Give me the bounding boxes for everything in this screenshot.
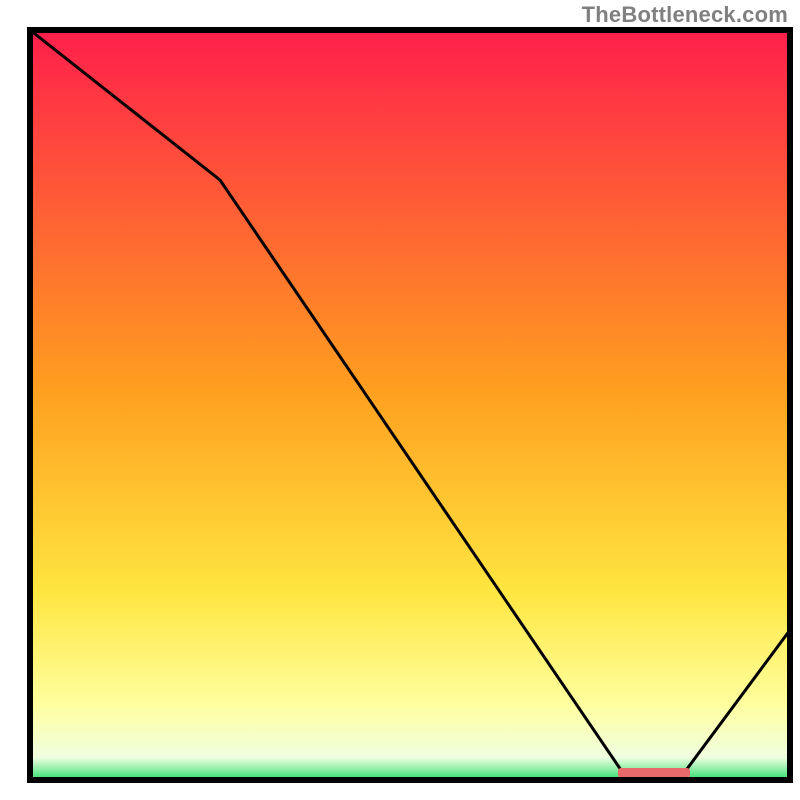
watermark-text: TheBottleneck.com bbox=[582, 2, 788, 28]
optimal-zone-marker bbox=[618, 768, 690, 778]
bottleneck-chart: TheBottleneck.com bbox=[0, 0, 800, 800]
chart-svg bbox=[0, 0, 800, 800]
chart-background-gradient bbox=[30, 30, 790, 780]
